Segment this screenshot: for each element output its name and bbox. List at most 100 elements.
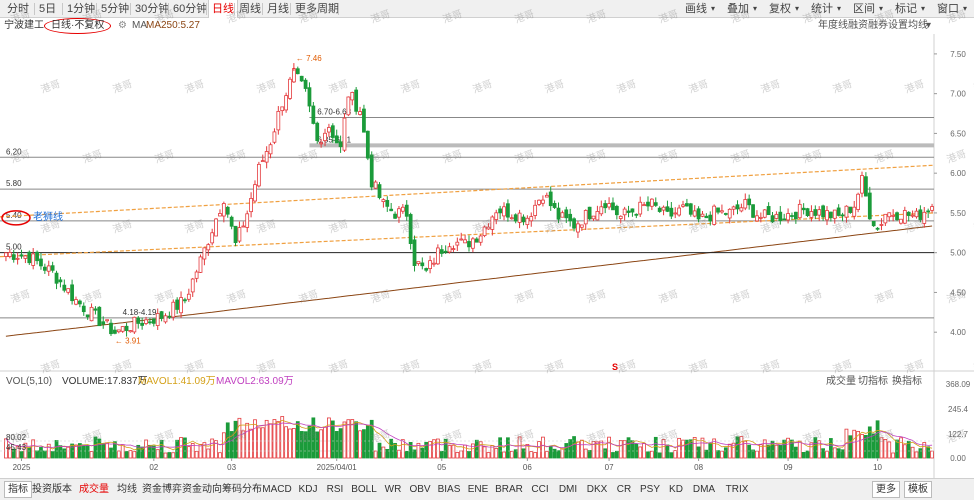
indicator-tab-22[interactable]: DMA xyxy=(690,479,718,500)
period-tab-8[interactable]: 月线 xyxy=(264,0,292,18)
indicator-tab-11[interactable]: WR xyxy=(382,479,404,500)
tool-menu-2[interactable]: 复权 xyxy=(766,0,794,18)
candle-body xyxy=(657,207,662,212)
volume-bar xyxy=(241,430,246,459)
indicator-tab-23[interactable]: TRIX xyxy=(722,479,752,500)
indicator-tab-1[interactable]: 投资版本 xyxy=(32,479,72,500)
indicator-tab-25[interactable]: 模板 xyxy=(904,481,932,498)
period-tab-4[interactable]: 30分钟 xyxy=(132,0,172,18)
period-tab-2[interactable]: 1分钟 xyxy=(64,0,98,18)
candle-body xyxy=(618,215,623,219)
indicator-tab-17[interactable]: DMI xyxy=(556,479,580,500)
candle-body xyxy=(35,251,39,262)
tool-menu-5[interactable]: 标记 xyxy=(892,0,920,18)
margin-trading-link[interactable]: 融资融券 xyxy=(848,19,888,33)
indicator-tab-20[interactable]: PSY xyxy=(638,479,662,500)
indicator-tab-5[interactable]: 资金动向 xyxy=(182,479,222,500)
toolbar-separator xyxy=(34,3,35,15)
gear-icon[interactable]: ⚙ xyxy=(118,19,127,33)
indicator-tab-14[interactable]: ENE xyxy=(466,479,490,500)
period-tab-7[interactable]: 周线 xyxy=(236,0,264,18)
candle-body xyxy=(416,261,421,264)
toolbar-separator xyxy=(206,3,207,15)
candle-body xyxy=(899,218,903,224)
chevron-down-icon[interactable]: ▾ xyxy=(834,0,844,18)
candle-body xyxy=(249,198,253,213)
chevron-down-icon[interactable]: ▾ xyxy=(960,0,970,18)
volume-bar xyxy=(482,446,487,459)
period-tab-9[interactable]: 更多周期 xyxy=(292,0,342,18)
chevron-down-icon[interactable]: ▾ xyxy=(926,19,931,33)
period-label[interactable]: 日线·不复权 xyxy=(44,18,112,34)
change-indicator-link[interactable]: 换指标 xyxy=(892,375,922,389)
volume-bar xyxy=(583,448,588,459)
indicator-tab-16[interactable]: CCI xyxy=(528,479,552,500)
month-label: 07 xyxy=(605,463,614,472)
volume-bar xyxy=(755,450,759,459)
tool-menu-6[interactable]: 窗口 xyxy=(934,0,962,18)
tool-menu-4[interactable]: 区间 xyxy=(850,0,878,18)
indicator-tab-7[interactable]: MACD xyxy=(262,479,292,500)
chevron-down-icon[interactable]: ▾ xyxy=(876,0,886,18)
volume-bar xyxy=(338,428,343,459)
volume-bar xyxy=(400,439,405,459)
indicator-tab-13[interactable]: BIAS xyxy=(436,479,462,500)
candle-body xyxy=(132,316,137,333)
candle-body xyxy=(770,215,775,223)
indicator-tab-21[interactable]: KD xyxy=(666,479,686,500)
volume-bar xyxy=(552,448,557,459)
candle-body xyxy=(89,306,94,322)
chevron-down-icon[interactable]: ▾ xyxy=(792,0,802,18)
indicator-tab-3[interactable]: 均线 xyxy=(116,479,138,500)
candle-body xyxy=(509,217,514,220)
indicator-tab-6[interactable]: 筹码分布 xyxy=(222,479,262,500)
indicator-tab-19[interactable]: CR xyxy=(614,479,634,500)
indicator-tab-10[interactable]: BOLL xyxy=(350,479,378,500)
candle-body xyxy=(362,108,366,133)
volume-bar xyxy=(365,425,370,459)
indicator-tab-15[interactable]: BRAR xyxy=(494,479,524,500)
chevron-down-icon[interactable]: ▾ xyxy=(708,0,718,18)
candle-body xyxy=(541,199,545,204)
candle-body xyxy=(443,250,448,253)
period-tab-1[interactable]: 5日 xyxy=(36,0,59,18)
candle-body xyxy=(105,319,109,322)
candle-body xyxy=(677,207,682,216)
period-tab-5[interactable]: 60分钟 xyxy=(170,0,210,18)
candle-body xyxy=(778,211,783,222)
candle-body xyxy=(864,176,868,197)
indicator-tab-0[interactable]: 指标 xyxy=(4,481,32,498)
indicator-tab-12[interactable]: OBV xyxy=(408,479,432,500)
kline-chart[interactable]: 4.004.505.005.506.006.507.007.505.005.40… xyxy=(0,34,974,478)
volume-bar xyxy=(829,438,833,459)
indicator-tab-18[interactable]: DKX xyxy=(584,479,610,500)
chevron-down-icon[interactable]: ▾ xyxy=(750,0,760,18)
volume-indicator-link[interactable]: 成交量 xyxy=(826,375,856,389)
tool-menu-3[interactable]: 统计 xyxy=(808,0,836,18)
volume-bar xyxy=(685,439,689,459)
candle-body xyxy=(599,206,604,215)
indicator-tab-9[interactable]: RSI xyxy=(324,479,346,500)
indicator-tab-8[interactable]: KDJ xyxy=(296,479,320,500)
set-ma-link[interactable]: 设置均线 xyxy=(888,19,928,33)
volume-bar xyxy=(439,450,444,459)
indicator-tab-24[interactable]: 更多 xyxy=(872,481,900,498)
candle-body xyxy=(708,214,713,222)
period-tab-0[interactable]: 分时 xyxy=(4,0,32,18)
year-line-link[interactable]: 年度线 xyxy=(818,19,848,33)
chevron-down-icon[interactable]: ▾ xyxy=(918,0,928,18)
indicator-name[interactable]: VOL(5,10) xyxy=(6,375,52,389)
indicator-tab-2[interactable]: 成交量 xyxy=(76,479,112,500)
volume-bar xyxy=(323,426,327,459)
tool-menu-1[interactable]: 叠加 xyxy=(724,0,752,18)
candle-body xyxy=(467,241,471,248)
switch-indicator-link[interactable]: 切指标 xyxy=(858,375,888,389)
candle-body xyxy=(887,212,892,218)
period-tab-3[interactable]: 5分钟 xyxy=(98,0,132,18)
volume-bar xyxy=(303,431,308,459)
indicator-tab-4[interactable]: 资金博弈 xyxy=(142,479,182,500)
tool-menu-0[interactable]: 画线 xyxy=(682,0,710,18)
candle-body xyxy=(797,203,802,219)
volume-bar xyxy=(299,431,304,459)
price-tick-label: 4.00 xyxy=(950,328,966,337)
